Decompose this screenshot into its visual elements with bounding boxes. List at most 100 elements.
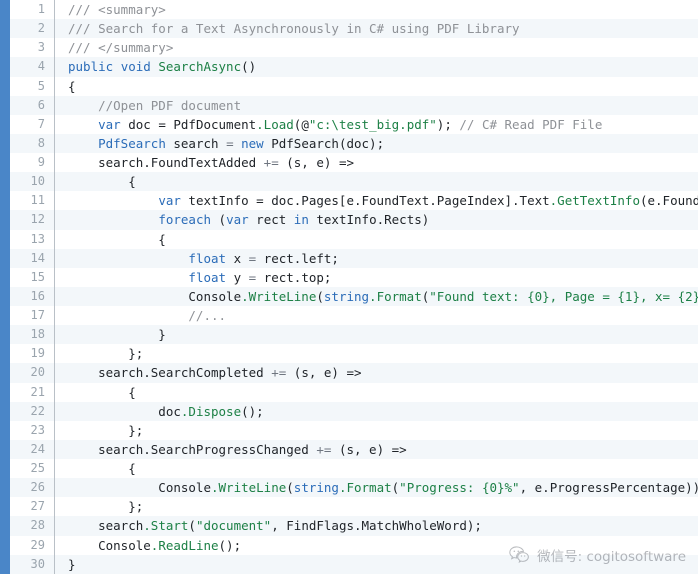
token-pln [68, 251, 188, 266]
token-mth: .Dispose [180, 403, 242, 419]
code-line-text: search.SearchCompleted += (s, e) => [55, 363, 698, 382]
token-pln: , e.ProgressPercentage)); [519, 480, 698, 496]
token-pln: rect.left; [256, 250, 339, 266]
token-pln: }; [68, 346, 144, 362]
token-pln: }; [68, 499, 144, 515]
token-str: "document" [195, 518, 272, 534]
code-line-text: } [55, 325, 698, 344]
token-pln: (); [218, 537, 242, 553]
token-pln: search.SearchCompleted [68, 365, 272, 381]
code-line-text: Console.WriteLine(string.Format("Progres… [55, 478, 698, 497]
code-line: 21 { [10, 382, 698, 402]
token-pln [113, 59, 121, 74]
line-number: 12 [30, 212, 45, 227]
token-pln: search.FoundTextAdded [68, 155, 264, 170]
token-pln: textInfo.Rects) [308, 212, 430, 228]
code-line: 15 float y = rect.top; [10, 267, 698, 287]
token-pln: { [68, 384, 136, 400]
code-line-text: { [55, 383, 698, 402]
code-scroll-area[interactable]: 1 /// <summary> 2 /// Search for a Text Asy… [10, 0, 698, 574]
line-number: 19 [30, 346, 45, 361]
token-pln: () [241, 59, 257, 75]
token-pln: ( [211, 212, 227, 228]
token-pln: } [68, 556, 76, 572]
token-pln: rect.top; [256, 269, 332, 285]
code-line: 5{ [10, 76, 698, 96]
code-line-text: }; [55, 497, 698, 516]
code-line: 19 }; [10, 344, 698, 364]
code-line: 16 Console.WriteLine(string.Format("Foun… [10, 286, 698, 306]
line-number: 28 [30, 518, 45, 533]
code-line-text: //... [55, 306, 698, 325]
token-mth: .Start [143, 518, 189, 534]
code-line-text: { [55, 230, 698, 249]
token-mth: .Format [338, 480, 392, 496]
code-line-text: public void SearchAsync() [55, 57, 698, 76]
token-op: = [226, 135, 234, 151]
token-str: "Found text: {0}, Page = {1}, x= {2}, y=… [429, 288, 698, 304]
line-number: 10 [30, 174, 45, 189]
token-pln: (s, e) => [286, 365, 362, 381]
line-number: 18 [30, 327, 45, 342]
code-line: 1 /// <summary> [10, 0, 698, 20]
line-number: 25 [30, 461, 45, 475]
code-line-text: PdfSearch search = new PdfSearch(doc); [55, 134, 698, 153]
line-number: 1 [37, 2, 45, 16]
code-line: 29 Console.ReadLine(); [10, 535, 698, 555]
code-line: 22 doc.Dispose(); [10, 401, 698, 421]
token-pln: doc = PdfDocument [120, 116, 257, 132]
token-mth: .WriteLine [241, 288, 317, 304]
token-mth: .Load [256, 116, 294, 132]
token-pln [68, 136, 98, 151]
token-pln [234, 136, 242, 151]
code-line: 14 float x = rect.left; [10, 248, 698, 268]
code-line-text: //Open PDF document [55, 96, 698, 115]
token-typ: PdfSearch [98, 135, 166, 151]
token-pln: Console [68, 480, 211, 496]
token-pln: doc [68, 403, 181, 419]
line-number: 23 [30, 422, 45, 437]
token-cmt: // C# Read PDF File [459, 116, 603, 132]
code-line: 25 { [10, 459, 698, 479]
token-cmt: //Open PDF document [68, 97, 242, 113]
token-pln: Console [68, 288, 242, 304]
token-pln: { [68, 174, 136, 190]
code-line-text: /// </summary> [55, 38, 698, 57]
left-accent-bar [0, 0, 10, 574]
code-line: 9 search.FoundTextAdded += (s, e) => [10, 153, 698, 173]
code-line-text: float x = rect.left; [55, 249, 698, 268]
token-pln: ( [316, 288, 324, 304]
code-line-text: }; [55, 344, 698, 363]
code-line: 30} [10, 554, 698, 574]
token-mth: SearchAsync [158, 59, 242, 75]
code-line-text: search.FoundTextAdded += (s, e) => [55, 153, 698, 172]
line-number: 22 [30, 403, 45, 418]
token-op: += [316, 441, 332, 457]
line-number: 3 [37, 40, 45, 55]
code-line-text: Console.WriteLine(string.Format("Found t… [55, 287, 698, 306]
code-line: 18 } [10, 325, 698, 345]
token-kw: new [241, 135, 264, 151]
token-typ: string [323, 288, 370, 304]
line-number: 27 [30, 499, 45, 514]
line-number: 30 [30, 556, 45, 571]
code-line-text: var textInfo = doc.Pages[e.FoundText.Pag… [55, 191, 698, 210]
code-line: 12 foreach (var rect in textInfo.Rects) [10, 210, 698, 230]
token-kw: var [226, 212, 249, 228]
line-number: 14 [30, 250, 45, 265]
token-op: += [263, 155, 279, 170]
token-pln: PdfSearch(doc); [263, 135, 385, 151]
code-line: 8 PdfSearch search = new PdfSearch(doc); [10, 133, 698, 153]
token-kw: var [98, 116, 121, 132]
code-line: 13 { [10, 229, 698, 249]
code-line-text: search.Start("document", FindFlags.Match… [55, 516, 698, 535]
token-cmt: /// </summary> [68, 40, 174, 56]
code-line: 17 //... [10, 306, 698, 326]
line-number: 8 [37, 135, 45, 150]
token-kw: var [158, 193, 181, 209]
line-number: 9 [37, 155, 45, 169]
token-pln [68, 117, 98, 132]
code-line-text: /// <summary> [55, 0, 698, 19]
token-pln: ); [436, 116, 460, 132]
token-pln: (@ [293, 116, 309, 132]
